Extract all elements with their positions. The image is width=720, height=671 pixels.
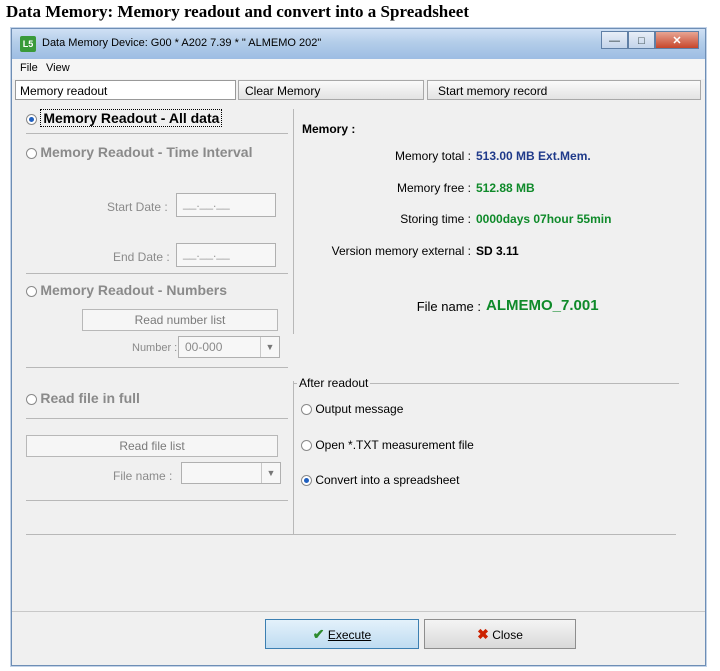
end-date-field[interactable]: __.__.__ <box>176 243 276 267</box>
number-label: Number : <box>132 342 178 354</box>
execute-button[interactable]: ✔ Execute <box>265 619 419 649</box>
window-controls: — □ ✕ <box>601 31 699 49</box>
close-icon[interactable]: ✕ <box>655 31 699 49</box>
after-readout-title: After readout <box>297 376 371 390</box>
radio-selected-icon[interactable] <box>26 114 37 126</box>
option-output-message[interactable]: Output message <box>301 402 403 416</box>
start-date-field[interactable]: __.__.__ <box>176 193 276 217</box>
option-numbers-label: Memory Readout - Numbers <box>40 282 228 298</box>
close-label: Close <box>492 628 523 642</box>
option-read-file-label: Read file in full <box>40 390 140 406</box>
number-select-value: 00-000 <box>185 340 223 354</box>
divider <box>12 611 705 612</box>
read-file-list-button[interactable]: Read file list <box>26 435 278 457</box>
storing-time-value: 0000days 07hour 55min <box>476 212 612 226</box>
vertical-divider <box>293 109 294 334</box>
option-convert-spreadsheet-label: Convert into a spreadsheet <box>315 473 460 487</box>
memory-free-label: Memory free : <box>396 181 471 195</box>
memory-free-value: 512.88 MB <box>476 181 535 195</box>
chevron-down-icon[interactable]: ▼ <box>260 337 279 357</box>
radio-icon[interactable] <box>301 440 312 452</box>
radio-icon[interactable] <box>26 394 37 406</box>
end-date-label: End Date : <box>113 250 170 264</box>
execute-label: Execute <box>327 628 372 642</box>
start-memory-record-button[interactable]: Start memory record <box>427 80 701 100</box>
option-output-message-label: Output message <box>315 402 404 416</box>
divider <box>26 534 676 535</box>
file-name-label: File name : <box>113 469 173 483</box>
window-title: Data Memory Device: G00 * A202 7.39 * " … <box>42 37 322 49</box>
divider <box>26 500 288 501</box>
option-all-data-label: Memory Readout - All data <box>40 109 223 127</box>
divider <box>26 367 288 368</box>
memory-title: Memory : <box>302 122 356 136</box>
close-button[interactable]: ✖ Close <box>424 619 576 649</box>
version-value: SD 3.11 <box>476 244 519 258</box>
mode-field[interactable]: Memory readout <box>15 80 236 100</box>
menu-bar: File View <box>12 59 705 79</box>
file-name-select[interactable]: ▼ <box>181 462 281 484</box>
minimize-icon[interactable]: — <box>601 31 628 49</box>
page-heading: Data Memory: Memory readout and convert … <box>6 2 470 21</box>
divider <box>26 273 288 274</box>
option-convert-spreadsheet[interactable]: Convert into a spreadsheet <box>301 473 459 487</box>
memory-total-label: Memory total : <box>394 149 471 163</box>
option-all-data[interactable]: Memory Readout - All data <box>26 109 223 127</box>
storing-time-label: Storing time : <box>400 212 471 226</box>
chevron-down-icon[interactable]: ▼ <box>261 463 280 483</box>
menu-file[interactable]: File <box>20 62 38 74</box>
divider <box>26 418 288 419</box>
divider <box>26 133 288 134</box>
menu-view[interactable]: View <box>46 62 70 74</box>
option-open-txt-label: Open *.TXT measurement file <box>315 438 474 452</box>
option-time-interval-label: Memory Readout - Time Interval <box>40 144 253 160</box>
title-bar[interactable]: L5 Data Memory Device: G00 * A202 7.39 *… <box>12 29 705 59</box>
option-open-txt[interactable]: Open *.TXT measurement file <box>301 438 474 452</box>
version-label: Version memory external : <box>331 244 471 258</box>
number-select[interactable]: 00-000 ▼ <box>178 336 280 358</box>
option-numbers[interactable]: Memory Readout - Numbers <box>26 282 227 298</box>
option-read-file[interactable]: Read file in full <box>26 390 140 406</box>
radio-icon[interactable] <box>26 148 37 160</box>
option-time-interval[interactable]: Memory Readout - Time Interval <box>26 144 252 160</box>
radio-selected-icon[interactable] <box>301 475 312 487</box>
checkmark-icon: ✔ <box>312 626 325 642</box>
radio-icon[interactable] <box>301 404 312 416</box>
memory-file-name-value: ALMEMO_7.001 <box>486 297 599 314</box>
memory-file-name-label: File name : <box>416 299 481 314</box>
data-memory-window: L5 Data Memory Device: G00 * A202 7.39 *… <box>11 28 706 666</box>
x-icon: ✖ <box>477 626 489 642</box>
read-number-list-button[interactable]: Read number list <box>82 309 278 331</box>
memory-total-value: 513.00 MB Ext.Mem. <box>476 149 591 163</box>
start-date-label: Start Date : <box>107 200 168 214</box>
app-icon: L5 <box>20 36 36 52</box>
clear-memory-button[interactable]: Clear Memory <box>238 80 424 100</box>
radio-icon[interactable] <box>26 286 37 298</box>
maximize-icon[interactable]: □ <box>628 31 655 49</box>
